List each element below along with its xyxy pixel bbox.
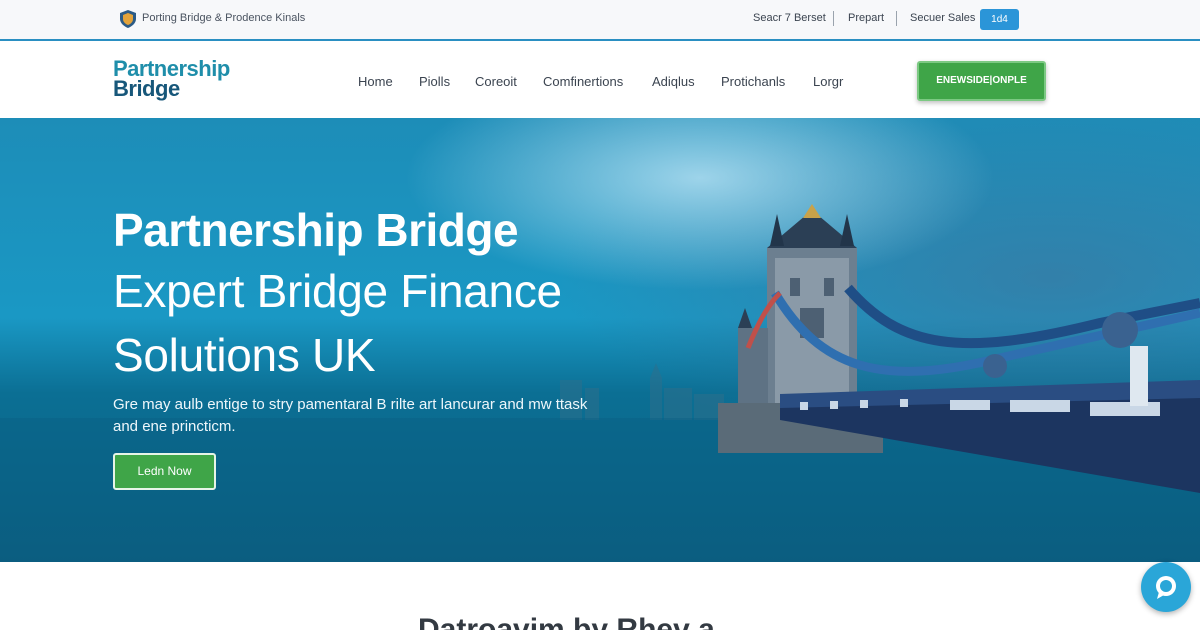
utility-bar: Porting Bridge & Prodence Kinals Seacr 7… — [0, 0, 1200, 39]
nav-home[interactable]: Home — [358, 74, 393, 89]
utility-divider — [896, 11, 897, 26]
nav-coreoit[interactable]: Coreoit — [475, 74, 517, 89]
site-logo[interactable]: Partnership Bridge — [113, 58, 230, 101]
hero-title-line-2: Expert Bridge Finance — [113, 265, 562, 317]
nav-protichanls[interactable]: Protichanls — [721, 74, 785, 89]
hero-cta-button[interactable]: Ledn Now — [113, 453, 216, 490]
nav-piolls[interactable]: Piolls — [419, 74, 450, 89]
header-cta-button[interactable]: ENEWSIDE|ONPLE — [917, 61, 1046, 101]
hero-subtitle: Gre may aulb entige to stry pamentaral B… — [113, 396, 588, 435]
shield-icon — [120, 10, 136, 28]
chat-icon — [1156, 576, 1176, 599]
logo-line-2: Bridge — [113, 76, 180, 101]
main-header: Partnership Bridge Home Piolls Coreoit C… — [0, 41, 1200, 118]
utility-link-sales[interactable]: Secuer Sales — [910, 12, 975, 24]
nav-lorgr[interactable]: Lorgr — [813, 74, 843, 89]
utility-link-search[interactable]: Seacr 7 Berset — [753, 12, 826, 24]
hero-title-line-3: Solutions UK — [113, 329, 376, 381]
utility-button[interactable]: 1d4 — [980, 9, 1019, 30]
hero-banner: Partnership Bridge Expert Bridge Finance… — [0, 118, 1200, 562]
utility-tagline: Porting Bridge & Prodence Kinals — [142, 12, 306, 24]
utility-link-report[interactable]: Prepart — [848, 12, 884, 24]
nav-comfinertions[interactable]: Comfinertions — [543, 74, 623, 89]
nav-adiqlus[interactable]: Adiqlus — [652, 74, 695, 89]
hero-title-line-1: Partnership Bridge — [113, 204, 519, 256]
section-title: Datroavim by Rhev a — [418, 613, 715, 630]
chat-button[interactable] — [1141, 562, 1191, 612]
utility-divider — [833, 11, 834, 26]
